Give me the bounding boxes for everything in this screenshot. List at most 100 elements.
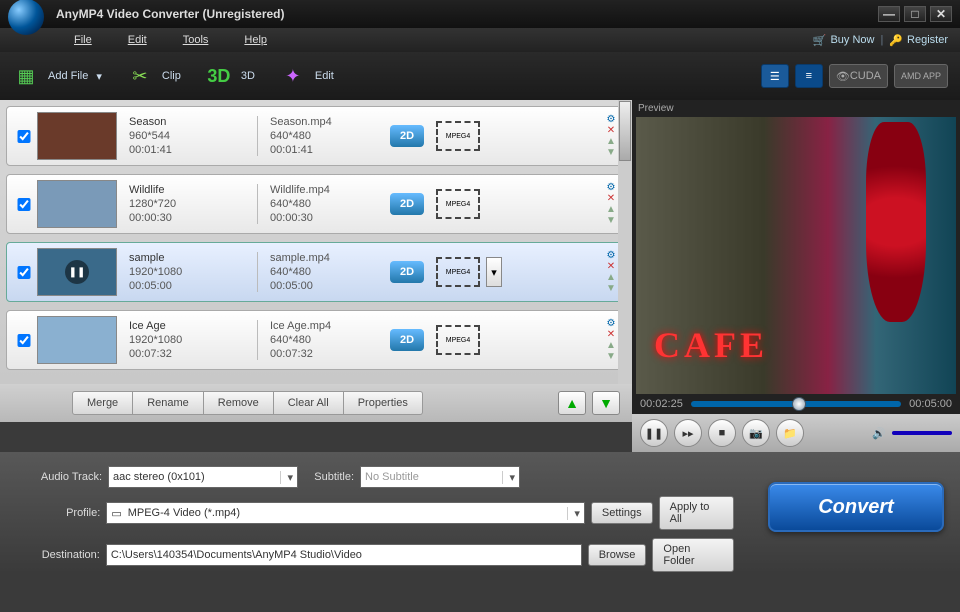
down-icon[interactable]: ▼ <box>605 216 617 226</box>
register-link[interactable]: 🔑Register <box>889 34 948 47</box>
seek-thumb[interactable] <box>792 397 806 411</box>
close-button[interactable]: ✕ <box>930 6 952 22</box>
file-name: Ice Age <box>129 319 257 333</box>
gear-icon[interactable]: ⚙ <box>605 251 617 261</box>
profile-label: Profile: <box>16 507 100 519</box>
settings-button[interactable]: Settings <box>591 502 653 524</box>
delete-icon[interactable]: ✕ <box>605 194 617 204</box>
browse-button[interactable]: Browse <box>588 544 647 566</box>
file-row[interactable]: Wildlife 1280*720 00:00:30 Wildlife.mp4 … <box>6 174 626 234</box>
volume-icon[interactable]: 🔊 <box>872 427 886 440</box>
menu-help[interactable]: Help <box>226 34 285 46</box>
file-row[interactable]: Ice Age 1920*1080 00:07:32 Ice Age.mp4 6… <box>6 310 626 370</box>
3d-button[interactable]: 3D 3D <box>205 62 255 90</box>
total-time: 00:05:00 <box>909 398 952 410</box>
chevron-down-icon: ▾ <box>280 471 293 484</box>
cube-icon: 3D <box>205 62 233 90</box>
source-info: Ice Age 1920*1080 00:07:32 <box>117 319 257 361</box>
move-down-button[interactable]: ▼ <box>592 391 620 415</box>
scroll-thumb[interactable] <box>619 101 631 161</box>
format-badge[interactable]: MPEG4 <box>436 325 480 355</box>
file-duration: 00:01:41 <box>129 143 257 157</box>
scrollbar[interactable] <box>618 100 632 384</box>
file-checkbox[interactable] <box>17 266 31 279</box>
properties-button[interactable]: Properties <box>344 391 423 415</box>
file-checkbox[interactable] <box>17 130 31 143</box>
menu-tools[interactable]: Tools <box>165 34 227 46</box>
dimension-badge[interactable]: 2D <box>390 261 424 283</box>
up-icon[interactable]: ▲ <box>605 273 617 283</box>
format-badge[interactable]: MPEG4 <box>436 189 480 219</box>
edit-button[interactable]: ✦ Edit <box>279 62 334 90</box>
snapshot-button[interactable]: 📷 <box>742 419 770 447</box>
rename-button[interactable]: Rename <box>133 391 204 415</box>
output-info: Season.mp4 640*480 00:01:41 <box>258 115 378 157</box>
file-name: sample <box>129 251 257 265</box>
down-icon[interactable]: ▼ <box>605 148 617 158</box>
file-thumbnail[interactable] <box>37 316 117 364</box>
preview-content-sign: CAFE <box>654 324 768 366</box>
format-dropdown[interactable]: ▾ <box>486 257 502 287</box>
format-badge[interactable]: MPEG4 <box>436 121 480 151</box>
down-icon[interactable]: ▼ <box>605 284 617 294</box>
clip-button[interactable]: ✂ Clip <box>126 62 181 90</box>
maximize-button[interactable]: □ <box>904 6 926 22</box>
menu-file[interactable]: File <box>56 34 110 46</box>
apply-all-button[interactable]: Apply to All <box>659 496 734 530</box>
output-duration: 00:05:00 <box>270 279 378 293</box>
volume-slider[interactable] <box>892 431 952 435</box>
delete-icon[interactable]: ✕ <box>605 330 617 340</box>
file-resolution: 1920*1080 <box>129 333 257 347</box>
output-duration: 00:07:32 <box>270 347 378 361</box>
format-badge[interactable]: MPEG4 <box>436 257 480 287</box>
audio-track-select[interactable]: aac stereo (0x101)▾ <box>108 466 298 488</box>
remove-button[interactable]: Remove <box>204 391 274 415</box>
file-resolution: 1280*720 <box>129 197 257 211</box>
pause-button[interactable]: ❚❚ <box>640 419 668 447</box>
down-icon[interactable]: ▼ <box>605 352 617 362</box>
dimension-badge[interactable]: 2D <box>390 193 424 215</box>
pause-icon: ❚❚ <box>65 260 89 284</box>
profile-select[interactable]: ▭MPEG-4 Video (*.mp4)▾ <box>106 502 585 524</box>
gear-icon[interactable]: ⚙ <box>605 183 617 193</box>
subtitle-select[interactable]: No Subtitle▾ <box>360 466 520 488</box>
list-view-button[interactable]: ☰ <box>761 64 789 88</box>
open-folder-button[interactable]: Open Folder <box>652 538 734 572</box>
file-row[interactable]: ❚❚ sample 1920*1080 00:05:00 sample.mp4 … <box>6 242 626 302</box>
file-checkbox[interactable] <box>17 334 31 347</box>
fast-forward-button[interactable]: ▸▸ <box>674 419 702 447</box>
preview-label: Preview <box>632 100 960 117</box>
menu-edit[interactable]: Edit <box>110 34 165 46</box>
stop-button[interactable]: ■ <box>708 419 736 447</box>
clear-all-button[interactable]: Clear All <box>274 391 344 415</box>
convert-button[interactable]: Convert <box>768 482 944 532</box>
timeline: 00:02:25 00:05:00 <box>632 394 960 414</box>
detail-view-button[interactable]: ≡ <box>795 64 823 88</box>
dimension-badge[interactable]: 2D <box>390 125 424 147</box>
preview-video[interactable]: CAFE <box>636 117 956 394</box>
move-up-button[interactable]: ▲ <box>558 391 586 415</box>
delete-icon[interactable]: ✕ <box>605 126 617 136</box>
destination-input[interactable]: C:\Users\140354\Documents\AnyMP4 Studio\… <box>106 544 582 566</box>
merge-button[interactable]: Merge <box>72 391 133 415</box>
add-file-button[interactable]: ▦ Add File ▾ <box>12 62 102 90</box>
file-checkbox[interactable] <box>17 198 31 211</box>
file-thumbnail[interactable]: ❚❚ <box>37 248 117 296</box>
gear-icon[interactable]: ⚙ <box>605 115 617 125</box>
open-snapshot-folder-button[interactable]: 📁 <box>776 419 804 447</box>
window-title: AnyMP4 Video Converter (Unregistered) <box>56 7 285 21</box>
preview-panel: Preview CAFE 00:02:25 00:05:00 ❚❚ ▸▸ ■ 📷… <box>632 100 960 452</box>
up-icon[interactable]: ▲ <box>605 137 617 147</box>
file-thumbnail[interactable] <box>37 180 117 228</box>
file-row[interactable]: Season 960*544 00:01:41 Season.mp4 640*4… <box>6 106 626 166</box>
buy-now-link[interactable]: 🛒Buy Now <box>813 34 875 47</box>
delete-icon[interactable]: ✕ <box>605 262 617 272</box>
seek-bar[interactable] <box>691 401 901 407</box>
up-icon[interactable]: ▲ <box>605 205 617 215</box>
up-icon[interactable]: ▲ <box>605 341 617 351</box>
minimize-button[interactable]: — <box>878 6 900 22</box>
output-name: Season.mp4 <box>270 115 378 129</box>
gear-icon[interactable]: ⚙ <box>605 319 617 329</box>
dimension-badge[interactable]: 2D <box>390 329 424 351</box>
file-thumbnail[interactable] <box>37 112 117 160</box>
